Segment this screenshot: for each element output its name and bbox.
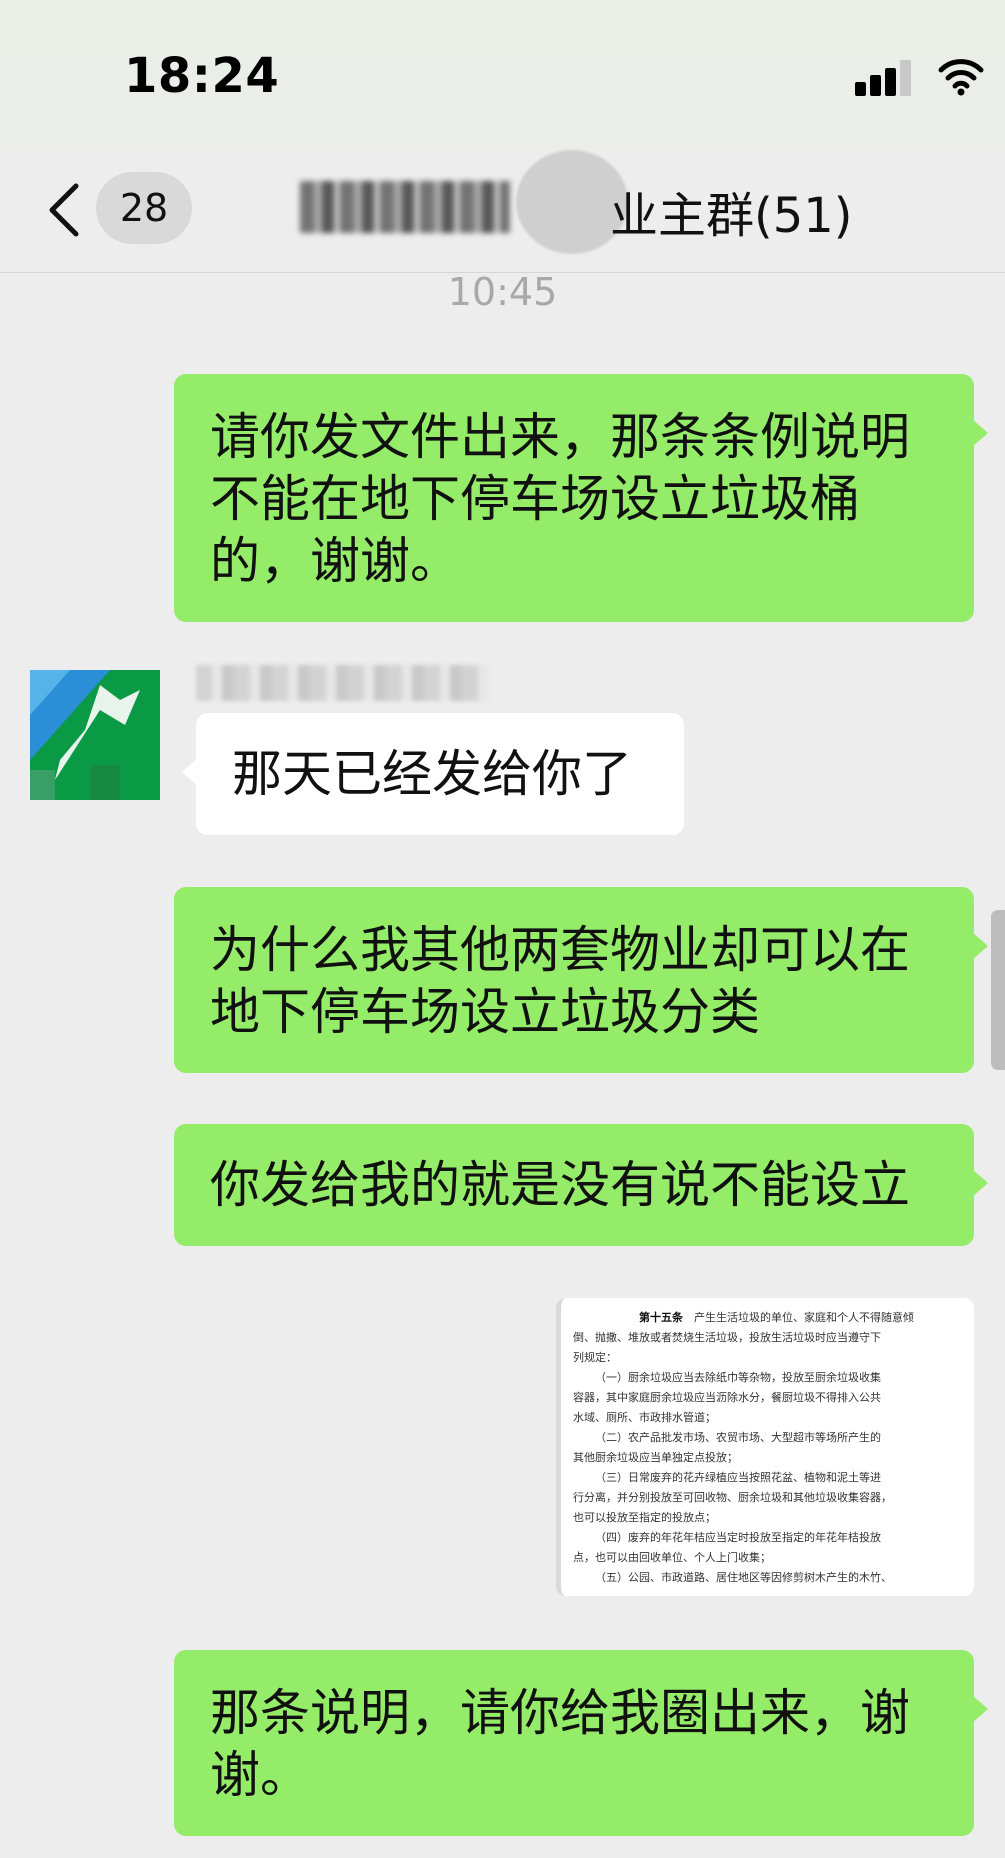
document-line: 点，也可以由回收单位、个人上门收集；	[573, 1551, 771, 1564]
document-line: （五）公园、市政道路、居住地区等因修剪树木产生的木竹、	[595, 1571, 892, 1584]
document-line: （二）农产品批发市场、农贸市场、大型超市等场所产生的	[595, 1431, 881, 1444]
blurred-group-name	[300, 181, 510, 233]
document-text: 第十五条 产生生活垃圾的单位、家庭和个人不得随意倾 倒、抛撒、堆放或者焚烧生活垃…	[573, 1308, 962, 1588]
document-line: 水域、厕所、市政排水管道；	[573, 1411, 716, 1424]
cellular-signal-icon	[855, 60, 915, 96]
blurred-sender-name	[196, 665, 488, 701]
chat-title[interactable]: 业主群(51)	[610, 176, 853, 246]
scrollbar[interactable]	[991, 910, 1005, 1070]
message-timestamp: 10:45	[447, 270, 558, 314]
back-arrow-icon[interactable]	[44, 180, 84, 240]
document-line: 其他厨余垃圾应当单独定点投放；	[573, 1451, 738, 1464]
document-line: （三）日常废弃的花卉绿植应当按照花盆、植物和泥土等进	[595, 1471, 881, 1484]
status-time: 18:24	[124, 48, 280, 104]
unread-count-badge[interactable]: 28	[96, 172, 192, 244]
outgoing-message[interactable]: 请你发文件出来，那条条例说明不能在地下停车场设立垃圾桶的，谢谢。	[174, 374, 988, 622]
document-line: （一）厨余垃圾应当去除纸巾等杂物，投放至厨余垃圾收集	[595, 1371, 881, 1384]
document-line: （四）废弃的年花年桔应当定时投放至指定的年花年桔投放	[595, 1531, 881, 1544]
chat-header: 28 业主群(51)	[0, 150, 1005, 273]
outgoing-message[interactable]: 那条说明，请你给我圈出来，谢谢。	[174, 1650, 988, 1836]
document-line: 倒、抛撒、堆放或者焚烧生活垃圾，投放生活垃圾时应当遵守下	[573, 1331, 881, 1344]
document-image-message[interactable]: 第十五条 产生生活垃圾的单位、家庭和个人不得随意倾 倒、抛撒、堆放或者焚烧生活垃…	[556, 1298, 974, 1596]
document-line: 容器，其中家庭厨余垃圾应当沥除水分，餐厨垃圾不得排入公共	[573, 1391, 881, 1404]
article-number: 第十五条	[639, 1311, 683, 1324]
outgoing-message[interactable]: 你发给我的就是没有说不能设立	[174, 1124, 988, 1246]
status-bar: 18:24	[0, 0, 1005, 150]
wifi-icon	[938, 59, 984, 96]
sender-avatar[interactable]	[30, 670, 160, 800]
document-line: 列规定：	[573, 1351, 617, 1364]
document-line: 行分离，并分别投放至可回收物、厨余垃圾和其他垃圾收集容器，	[573, 1491, 892, 1504]
document-line: 也可以投放至指定的投放点；	[573, 1511, 716, 1524]
outgoing-message[interactable]: 为什么我其他两套物业却可以在地下停车场设立垃圾分类	[174, 887, 988, 1073]
incoming-message[interactable]: 那天已经发给你了	[182, 713, 684, 835]
document-line: 第十五条 产生生活垃圾的单位、家庭和个人不得随意倾	[639, 1311, 914, 1324]
